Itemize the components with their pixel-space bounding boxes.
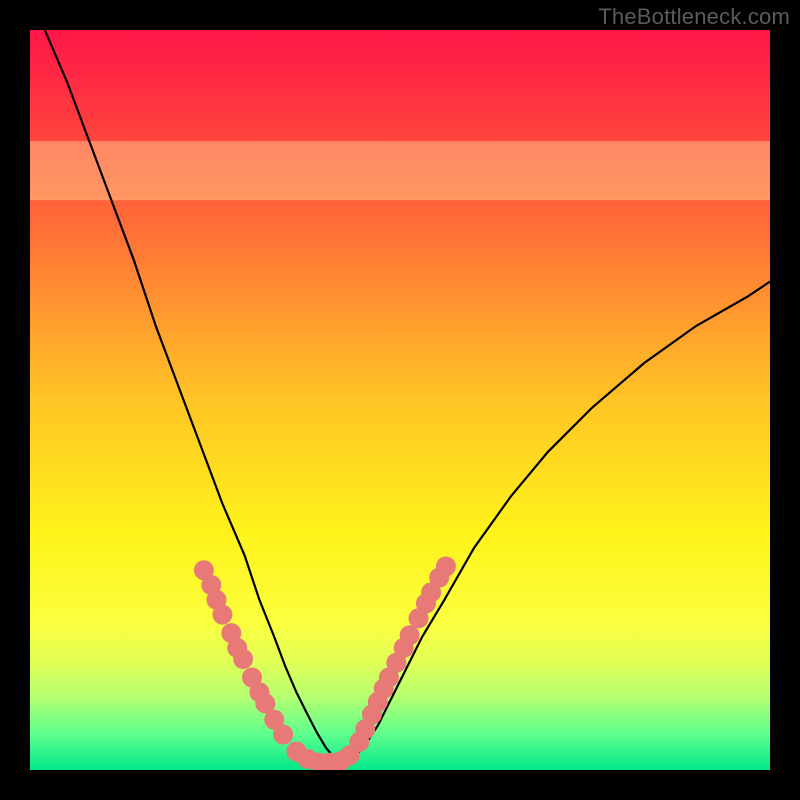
pale-band [30,141,770,200]
watermark-text: TheBottleneck.com [598,4,790,30]
data-dot [400,625,420,645]
data-dot [436,557,456,577]
plot-area [30,30,770,770]
chart-frame: TheBottleneck.com [0,0,800,800]
data-dot [212,605,232,625]
data-dot [273,725,293,745]
chart-svg [30,30,770,770]
data-dot [233,649,253,669]
